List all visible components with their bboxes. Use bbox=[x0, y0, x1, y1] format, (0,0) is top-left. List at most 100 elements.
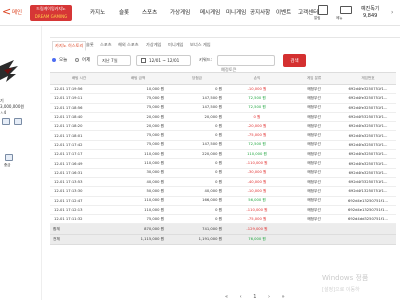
table-row[interactable]: 12-01 17:19:56 10,000 원0 원 -10,000 원 예정무선 69… bbox=[50, 84, 396, 95]
nav-mini[interactable]: 미니게임 bbox=[226, 8, 246, 16]
summary-row: 합계 870,000 원 741,000 원 -129,000 원 bbox=[50, 223, 396, 235]
cell-game-id: 692d4fa3250751f1... bbox=[340, 149, 396, 160]
cell-game-type: 예정무선 bbox=[288, 205, 340, 216]
nav-home[interactable]: 메인 bbox=[12, 8, 22, 16]
col-game-id[interactable]: 게임번호 bbox=[340, 72, 396, 85]
cell-game-id: 692d4fa3250751f1... bbox=[340, 168, 396, 178]
notification-icon[interactable] bbox=[318, 5, 328, 15]
page-last-button[interactable]: » bbox=[282, 294, 285, 300]
tab-minigame[interactable]: 미니게임 bbox=[168, 42, 183, 48]
col-game-type[interactable]: 게임 분류 bbox=[288, 72, 340, 85]
cell-game-type: 예정무선 bbox=[288, 186, 340, 197]
table-row[interactable]: 12-01 17:19:11 75,000 원 147,500 원 72,500 원예… bbox=[50, 93, 396, 104]
nav-sports[interactable]: 스포츠 bbox=[142, 8, 157, 16]
nav-event[interactable]: 이벤트 bbox=[276, 8, 291, 16]
cell-game-type: 예정무선 bbox=[288, 158, 340, 169]
search-button[interactable]: 검색 bbox=[283, 54, 306, 67]
radio-today[interactable] bbox=[52, 58, 56, 62]
col-bet-time[interactable]: 배팅 시간 bbox=[50, 72, 108, 85]
table-row[interactable]: 12-01 17:18:56 75,000 원 147,500 원 72,500 원예… bbox=[50, 103, 396, 113]
cell-win-amount: 147,500 원 bbox=[168, 103, 226, 113]
cell-game-id: 692d4e13250751f1... bbox=[340, 205, 396, 216]
cell-bet-amount: 20,000 원 bbox=[108, 112, 168, 123]
summary-empty bbox=[340, 234, 396, 246]
summary-bet: 870,000 원 bbox=[108, 223, 168, 235]
nav-slot[interactable]: 슬롯 bbox=[119, 8, 129, 16]
nav-notice[interactable]: 공지사항 bbox=[250, 8, 270, 16]
table-row[interactable]: 12-01 17:18:01 75,000 원0 원 -75,000 원 예정무선 69… bbox=[50, 130, 396, 141]
sidebar-mini-label: 충금 bbox=[4, 163, 11, 167]
menu-label: 메뉴 bbox=[336, 16, 343, 20]
cell-game-type: 예정무선 bbox=[288, 140, 340, 151]
tab-casino-history[interactable]: 카지노 히스토리 bbox=[52, 41, 87, 51]
tab-bonus[interactable]: 보너스 게임 bbox=[190, 42, 211, 48]
radio-yesterday[interactable] bbox=[75, 58, 79, 62]
cell-game-type: 예정무선 bbox=[288, 121, 340, 132]
filter-bar: 오늘 어제 지난 7일 12/01 ~ 12/01 키워드: 검색 bbox=[50, 54, 400, 74]
keyword-label: 키워드: bbox=[199, 57, 212, 62]
deposit-icon[interactable] bbox=[14, 118, 22, 125]
user-dropdown-icon[interactable]: › bbox=[391, 9, 393, 16]
summary-empty bbox=[340, 223, 396, 235]
back-icon[interactable]: < bbox=[2, 5, 11, 18]
table-row[interactable]: 12-01 17:12:47 110,000 원 166,000 원 56,000 원… bbox=[50, 196, 396, 206]
table-row[interactable]: 12-01 17:11:32 75,000 원0 원 -75,000 원 예정무선 69… bbox=[50, 214, 396, 225]
table-row[interactable]: 12-01 17:16:31 30,000 원0 원 -30,000 원 예정무선 69… bbox=[50, 168, 396, 178]
page-prev-button[interactable]: ‹ bbox=[240, 294, 242, 300]
cell-game-id: 692d4fa3250751f1... bbox=[340, 130, 396, 141]
last7days-button[interactable]: 지난 7일 bbox=[97, 55, 131, 66]
table-row[interactable]: 12-01 17:18:40 20,000 원 20,000 원0 원 예정무선 692… bbox=[50, 112, 396, 123]
col-profit[interactable]: 손익 bbox=[226, 72, 288, 85]
page-first-button[interactable]: « bbox=[225, 294, 228, 300]
withdraw-icon[interactable] bbox=[5, 154, 13, 161]
nav-support[interactable]: 고객센터 bbox=[298, 8, 318, 16]
cell-bet-amount: 75,000 원 bbox=[108, 103, 168, 113]
logo-line2: DREAM GAMING bbox=[34, 14, 68, 19]
wallet-icon[interactable] bbox=[2, 118, 10, 125]
cell-win-amount: 0 원 bbox=[168, 130, 226, 141]
tab-slot[interactable]: 슬롯 bbox=[86, 42, 94, 48]
cell-win-amount: 40,000 원 bbox=[168, 186, 226, 197]
summary-win: 1,191,000 원 bbox=[168, 234, 226, 246]
table-row[interactable]: 12-01 17:18:20 20,000 원0 원 -20,000 원 예정무선 69… bbox=[50, 121, 396, 132]
page-next-button[interactable]: › bbox=[268, 294, 270, 300]
col-bet-amount[interactable]: 배팅 금액 bbox=[108, 72, 168, 85]
cell-profit: 72,500 원 bbox=[226, 140, 288, 151]
notification-label: 알림 bbox=[314, 16, 321, 20]
cell-bet-amount: 75,000 원 bbox=[108, 214, 168, 225]
tab-overseas-sports[interactable]: 해외 스포츠 bbox=[118, 42, 139, 48]
menu-icon[interactable] bbox=[340, 6, 352, 14]
table-row[interactable]: 12-01 17:17:17 110,000 원 220,000 원 110,000 … bbox=[50, 149, 396, 160]
user-name[interactable]: 예진독기 bbox=[361, 5, 379, 12]
cell-game-type: 예정무선 bbox=[288, 103, 340, 113]
cell-bet-amount: 30,000 원 bbox=[108, 168, 168, 178]
table-row[interactable]: 12-01 17:12:13 110,000 원0 원 -110,000 원 예정무선… bbox=[50, 205, 396, 216]
table-row[interactable]: 12-01 17:13:53 40,000 원0 원 -40,000 원 예정무선 69… bbox=[50, 177, 396, 188]
cell-win-amount: 20,000 원 bbox=[168, 112, 226, 123]
table-row[interactable]: 12-01 17:13:30 50,000 원 40,000 원 -10,000 원예… bbox=[50, 186, 396, 197]
nav-casino[interactable]: 카지노 bbox=[90, 8, 105, 16]
cell-bet-time: 12-01 17:16:49 bbox=[50, 158, 108, 169]
cell-game-id: 692d4f53250751f1... bbox=[340, 112, 396, 123]
nav-virtual[interactable]: 가상게임 bbox=[170, 8, 190, 16]
cell-bet-amount: 110,000 원 bbox=[108, 149, 168, 160]
pagination: « ‹ 1 › » bbox=[220, 294, 290, 300]
cell-bet-amount: 50,000 원 bbox=[108, 186, 168, 197]
tab-sports[interactable]: 스포츠 bbox=[100, 42, 112, 48]
cell-game-id: 692d4fa3250751f1... bbox=[340, 121, 396, 132]
cell-profit: -75,000 원 bbox=[226, 214, 288, 225]
cell-game-type: 예정무선 bbox=[288, 196, 340, 206]
table-row[interactable]: 12-01 17:16:49 110,000 원0 원 -110,000 원 예정무선… bbox=[50, 158, 396, 169]
tab-virtual[interactable]: 가상게임 bbox=[146, 42, 161, 48]
cell-game-type: 예정무선 bbox=[288, 84, 340, 95]
col-win-amount[interactable]: 당첨금 bbox=[168, 72, 226, 85]
cell-bet-amount: 110,000 원 bbox=[108, 196, 168, 206]
nav-mesi[interactable]: 메시게임 bbox=[200, 8, 220, 16]
table-row[interactable]: 12-01 17:17:42 75,000 원 147,500 원 72,500 원예… bbox=[50, 140, 396, 151]
page-current[interactable]: 1 bbox=[253, 294, 256, 300]
site-logo[interactable]: 드림게이밍카지노 DREAM GAMING bbox=[30, 5, 72, 21]
date-range-picker[interactable]: 12/01 ~ 12/01 bbox=[136, 55, 191, 66]
sidebar-line-3: ㅅ4 bbox=[0, 110, 7, 115]
cell-bet-amount: 10,000 원 bbox=[108, 84, 168, 95]
windows-activation-subtext: [설정]으로 이동하 bbox=[322, 287, 360, 293]
